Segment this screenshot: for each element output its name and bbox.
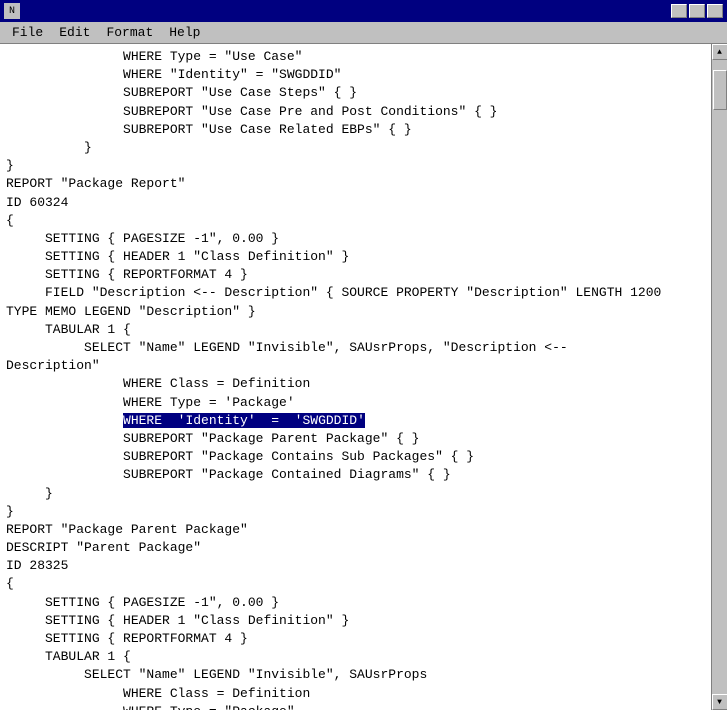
code-line: ID 60324 — [6, 194, 705, 212]
code-line: SELECT "Name" LEGEND "Invisible", SAUsrP… — [6, 339, 705, 357]
code-line: WHERE Class = Definition — [6, 375, 705, 393]
scroll-up-button[interactable]: ▲ — [712, 44, 727, 60]
code-line: WHERE Type = "Package" — [6, 703, 705, 710]
code-line: SETTING { PAGESIZE -1", 0.00 } — [6, 230, 705, 248]
code-line: SELECT "Name" LEGEND "Invisible", SAUsrP… — [6, 666, 705, 684]
code-line: { — [6, 575, 705, 593]
code-line: { — [6, 212, 705, 230]
code-view: WHERE Type = "Use Case" WHERE "Identity"… — [0, 44, 711, 710]
code-line: SUBREPORT "Use Case Related EBPs" { } — [6, 121, 705, 139]
maximize-button[interactable] — [689, 4, 705, 18]
code-line: } — [6, 485, 705, 503]
code-line: REPORT "Package Parent Package" — [6, 521, 705, 539]
code-line: SUBREPORT "Use Case Steps" { } — [6, 84, 705, 102]
code-line: SETTING { PAGESIZE -1", 0.00 } — [6, 594, 705, 612]
code-line: } — [6, 139, 705, 157]
menu-bar: File Edit Format Help — [0, 22, 727, 44]
menu-help[interactable]: Help — [161, 23, 208, 42]
code-line: SETTING { HEADER 1 "Class Definition" } — [6, 248, 705, 266]
code-line: TABULAR 1 { — [6, 648, 705, 666]
scroll-down-button[interactable]: ▼ — [712, 694, 727, 710]
code-line: } — [6, 503, 705, 521]
code-line: REPORT "Package Report" — [6, 175, 705, 193]
code-line: DESCRIPT "Parent Package" — [6, 539, 705, 557]
editor-container: WHERE Type = "Use Case" WHERE "Identity"… — [0, 44, 727, 710]
code-line: SUBREPORT "Package Contains Sub Packages… — [6, 448, 705, 466]
menu-format[interactable]: Format — [98, 23, 161, 42]
code-line: SETTING { HEADER 1 "Class Definition" } — [6, 612, 705, 630]
code-line: FIELD "Description <-- Description" { SO… — [6, 284, 705, 302]
code-line: TABULAR 1 { — [6, 321, 705, 339]
code-line: WHERE Type = "Use Case" — [6, 48, 705, 66]
scrollbar-thumb[interactable] — [713, 70, 727, 110]
scrollbar-track[interactable] — [712, 60, 727, 694]
code-line: WHERE 'Identity' = 'SWGDDID' — [6, 412, 705, 430]
title-bar: N — [0, 0, 727, 22]
close-button[interactable] — [707, 4, 723, 18]
title-bar-left: N — [4, 3, 24, 19]
code-line: WHERE Type = 'Package' — [6, 394, 705, 412]
menu-edit[interactable]: Edit — [51, 23, 98, 42]
code-line: SETTING { REPORTFORMAT 4 } — [6, 630, 705, 648]
code-line: ID 28325 — [6, 557, 705, 575]
code-line: SUBREPORT "Use Case Pre and Post Conditi… — [6, 103, 705, 121]
code-line: SETTING { REPORTFORMAT 4 } — [6, 266, 705, 284]
code-line: SUBREPORT "Package Contained Diagrams" {… — [6, 466, 705, 484]
app-icon: N — [4, 3, 20, 19]
editor-content[interactable]: WHERE Type = "Use Case" WHERE "Identity"… — [0, 44, 711, 710]
code-line: Description" — [6, 357, 705, 375]
code-line: TYPE MEMO LEGEND "Description" } — [6, 303, 705, 321]
code-line: WHERE Class = Definition — [6, 685, 705, 703]
code-line: WHERE "Identity" = "SWGDDID" — [6, 66, 705, 84]
menu-file[interactable]: File — [4, 23, 51, 42]
vertical-scrollbar[interactable]: ▲ ▼ — [711, 44, 727, 710]
code-line: } — [6, 157, 705, 175]
minimize-button[interactable] — [671, 4, 687, 18]
code-line: SUBREPORT "Package Parent Package" { } — [6, 430, 705, 448]
title-bar-buttons — [671, 4, 723, 18]
